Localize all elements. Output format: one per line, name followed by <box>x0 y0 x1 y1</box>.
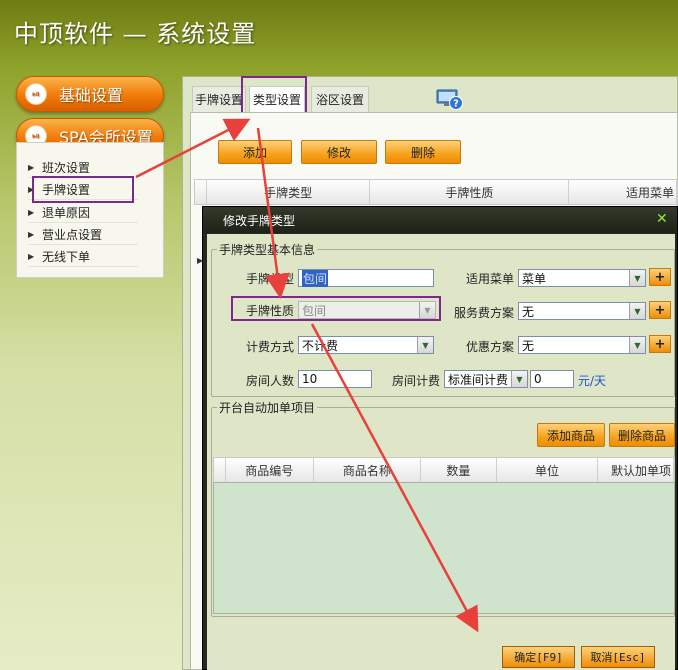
arrow-to-type-tab <box>135 118 251 179</box>
arrow-to-nature-field <box>256 127 290 299</box>
annotation-arrows <box>135 118 479 633</box>
arrow-to-ok-button <box>310 323 479 633</box>
